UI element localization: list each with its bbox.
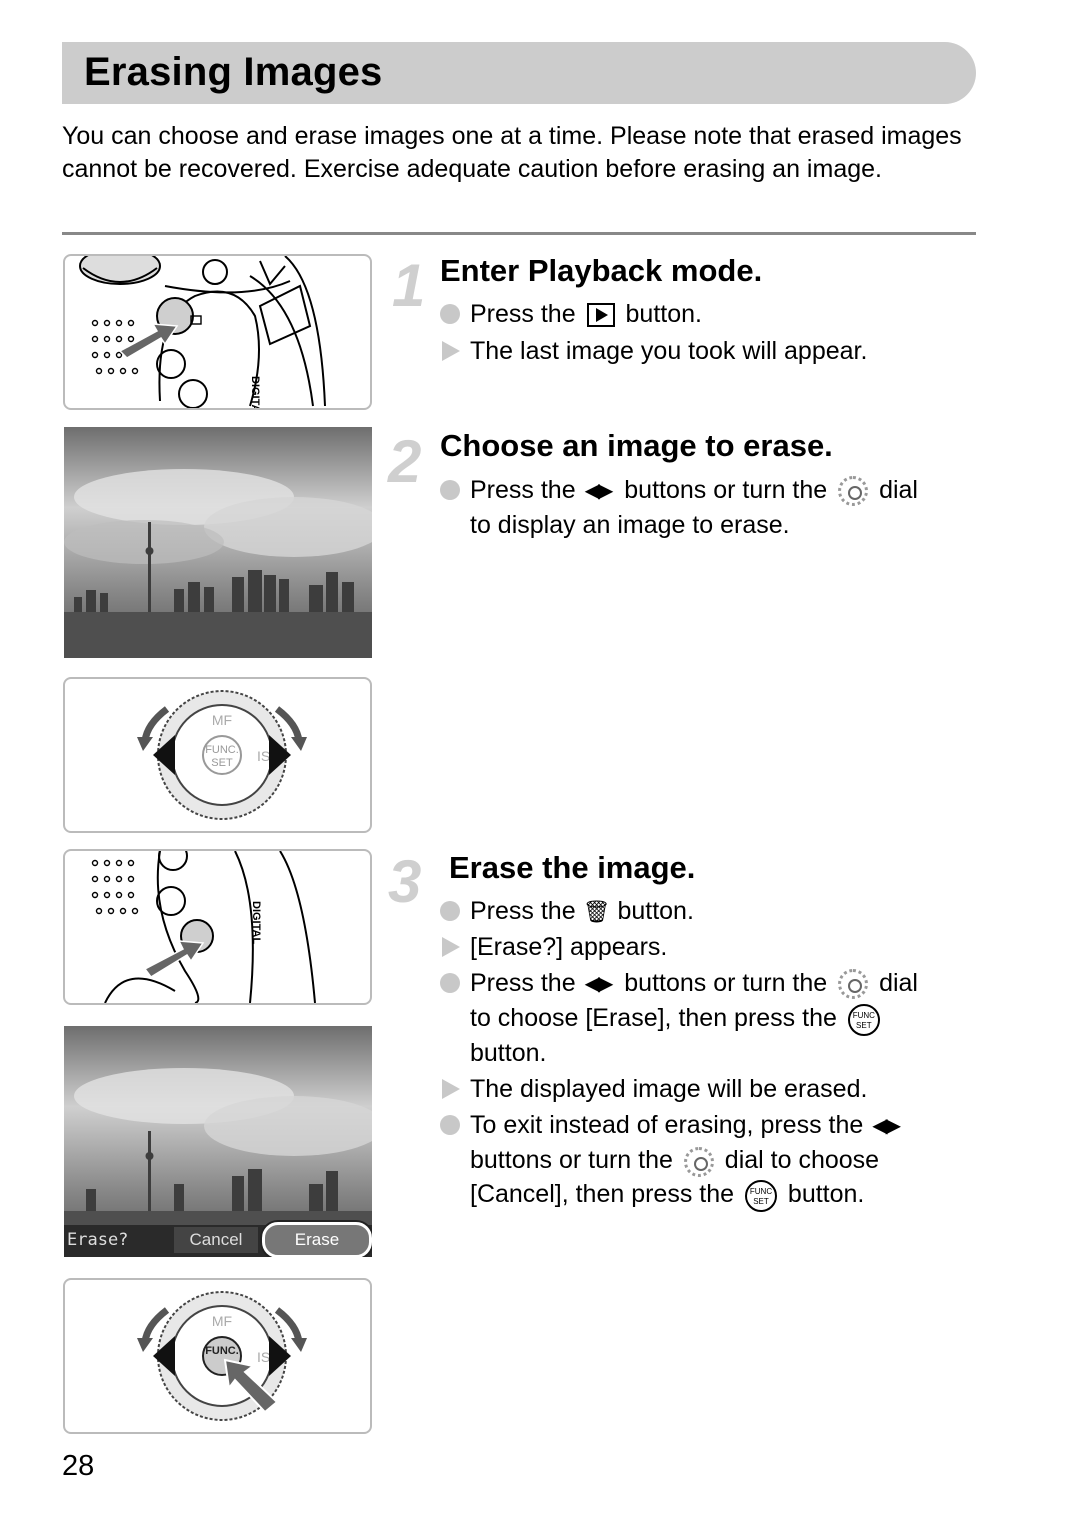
action-bullet-icon — [440, 901, 460, 921]
func-label: FUNC. — [205, 744, 239, 756]
left-right-buttons-icon: ◀▶ — [584, 480, 614, 503]
control-dial-icon — [838, 969, 869, 1000]
step3-result-1: [Erase?] appears. — [440, 930, 980, 964]
control-dial-drawing: FUNC. SET MF ISO — [137, 690, 307, 820]
step-title-3: Erase the image. — [449, 850, 696, 885]
erase-option-selected[interactable]: Erase — [262, 1222, 372, 1257]
result-bullet-icon — [442, 1079, 460, 1099]
lcd-image-erase-prompt: Erase? Cancel Erase — [64, 1026, 372, 1257]
func-set-button-icon: FUNC SET — [744, 1179, 777, 1212]
divider — [62, 232, 976, 235]
mf-label: MF — [212, 1313, 232, 1329]
step-number-1: 1 — [392, 252, 426, 319]
title-bar: Erasing Images — [62, 42, 976, 104]
illustration-press-erase: DIGITAL — [63, 849, 372, 1005]
result-bullet-icon — [442, 341, 460, 361]
step-number-2: 2 — [388, 428, 422, 495]
lcd-image-skyline — [64, 427, 372, 658]
playback-button-icon — [586, 303, 615, 328]
set-label: SET — [211, 757, 233, 769]
illustration-press-func-set: FUNC. MF ISO — [63, 1278, 372, 1434]
step-number-3: 3 — [388, 848, 422, 915]
step3-action-3: To exit instead of erasing, press the ◀▶… — [440, 1108, 980, 1212]
erase-trash-icon: 🗑 — [582, 899, 611, 925]
digital-label: DIGITAL — [249, 376, 261, 408]
intro-paragraph: You can choose and erase images one at a… — [62, 122, 962, 183]
step3-result-2: The displayed image will be erased. — [440, 1072, 980, 1106]
step-title-2: Choose an image to erase. — [440, 428, 833, 463]
control-dial-icon — [838, 476, 869, 507]
action-bullet-icon — [440, 973, 460, 993]
step-title-1: Enter Playback mode. — [440, 253, 763, 288]
illustration-control-dial: FUNC. SET MF ISO — [63, 677, 372, 833]
result-bullet-icon — [442, 937, 460, 957]
digital-label: DIGITAL — [250, 901, 262, 944]
control-dial-icon — [683, 1146, 714, 1177]
illustration-press-playback: DIGITAL — [63, 254, 372, 410]
mf-label: MF — [212, 712, 232, 728]
action-bullet-icon — [440, 1115, 460, 1135]
action-bullet-icon — [440, 480, 460, 500]
step3-action-1: Press the 🗑 button. — [440, 894, 980, 929]
left-right-buttons-icon: ◀▶ — [584, 973, 614, 996]
erase-menu-bar: Erase? Cancel Erase — [64, 1222, 372, 1257]
press-arrow-icon — [143, 940, 205, 978]
step2-action: Press the ◀▶ buttons or turn the dial to … — [440, 473, 980, 542]
erase-prompt: Erase? — [67, 1230, 129, 1250]
func-label: FUNC. — [205, 1345, 239, 1357]
step3-action-2: Press the ◀▶ buttons or turn the dial to … — [440, 966, 980, 1070]
skyline-photo — [64, 427, 372, 658]
left-right-buttons-icon: ◀▶ — [872, 1115, 901, 1138]
camera-back-erase-drawing: DIGITAL — [91, 851, 316, 1003]
func-set-button-icon: FUNC SET — [847, 1003, 880, 1036]
action-bullet-icon — [440, 304, 460, 324]
cancel-option[interactable]: Cancel — [174, 1227, 258, 1253]
camera-back-drawing: DIGITAL — [79, 256, 326, 408]
page-title: Erasing Images — [84, 50, 383, 94]
control-dial-press-drawing: FUNC. MF ISO — [137, 1291, 307, 1421]
page-number: 28 — [62, 1450, 95, 1482]
step1-action: Press the button. — [440, 297, 980, 331]
step1-result: The last image you took will appear. — [440, 334, 980, 368]
